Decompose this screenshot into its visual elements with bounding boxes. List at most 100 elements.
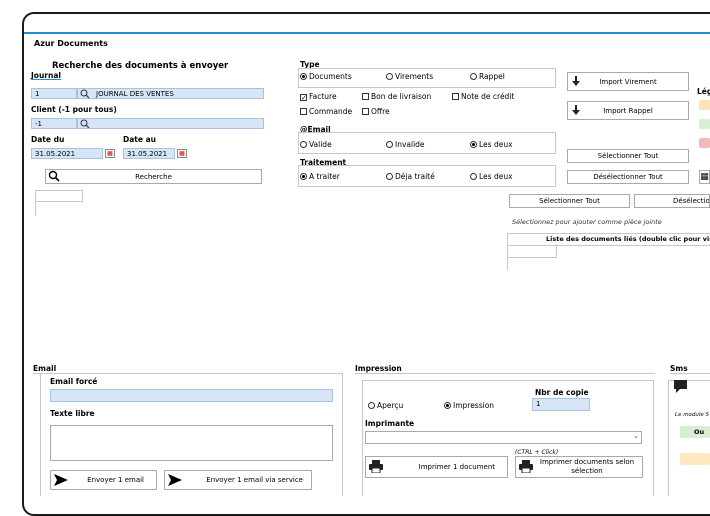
- journal-search-icon[interactable]: [80, 89, 90, 99]
- search-icon: [48, 170, 60, 182]
- print-option-impression[interactable]: Impression: [444, 401, 494, 410]
- check-note-credit[interactable]: Note de crédit: [452, 92, 514, 101]
- results-grid-edge: [35, 202, 36, 216]
- traitement-option-a-traiter[interactable]: A traiter: [300, 172, 340, 181]
- download-arrow-icon: [572, 76, 580, 86]
- send-email-service-button[interactable]: Envoyer 1 email via service: [164, 470, 312, 490]
- sms-section-box: [668, 380, 710, 496]
- sms-module-text: Le module S: [675, 412, 710, 418]
- linked-docs-header: Liste des documents liés (double clic po…: [546, 235, 710, 243]
- copies-label: Nbr de copie: [535, 388, 589, 397]
- import-rappel-button[interactable]: Import Rappel: [567, 101, 689, 120]
- deselect-all-button[interactable]: Désélectionner Tout: [567, 170, 689, 184]
- type-option-documents[interactable]: Documents: [300, 72, 352, 81]
- attachments-select-all-button[interactable]: Sélectionner Tout: [509, 194, 630, 208]
- printer-select[interactable]: [365, 431, 642, 444]
- email-filter-group: [298, 132, 556, 154]
- print-option-apercu[interactable]: Aperçu: [368, 401, 403, 410]
- client-input[interactable]: -1: [31, 118, 77, 129]
- date-from-calendar-icon[interactable]: ▦: [105, 149, 115, 158]
- date-from-label: Date du: [31, 135, 65, 144]
- radio-invalide[interactable]: [386, 141, 393, 148]
- grid-icon-button[interactable]: ▦: [699, 170, 710, 184]
- journal-code-input[interactable]: 1: [31, 88, 77, 99]
- checkbox-facture[interactable]: ✓: [300, 94, 307, 102]
- client-name-field[interactable]: [77, 118, 264, 129]
- linked-docs-edge: [507, 258, 508, 270]
- legend-orange: [699, 100, 710, 110]
- attachments-deselect-button[interactable]: Désélectionner: [634, 194, 710, 208]
- radio-a-traiter[interactable]: [300, 173, 307, 180]
- results-grid-header: [35, 190, 83, 202]
- traitement-option-deja-traite[interactable]: Déja traité: [386, 172, 435, 181]
- impression-section-line: [355, 373, 655, 374]
- radio-email-les-deux[interactable]: [470, 141, 477, 148]
- print-selection-button[interactable]: Imprimer documents selon sélection: [515, 456, 643, 478]
- send-arrow-icon: [168, 474, 182, 486]
- date-to-label: Date au: [123, 135, 156, 144]
- radio-apercu[interactable]: [368, 402, 375, 409]
- title-bar: Azur Documents: [24, 30, 710, 52]
- search-heading: Recherche des documents à envoyer: [52, 61, 229, 71]
- ctrl-click-hint: (CTRL + Click): [515, 449, 559, 456]
- free-text-label: Texte libre: [50, 409, 95, 418]
- check-commande[interactable]: Commande: [300, 107, 352, 116]
- search-button[interactable]: Recherche: [45, 169, 262, 184]
- printer-icon: [369, 460, 383, 473]
- traitement-option-les-deux[interactable]: Les deux: [470, 172, 513, 181]
- free-text-area[interactable]: [50, 425, 333, 461]
- window-title: Azur Documents: [34, 39, 108, 48]
- radio-impression[interactable]: [444, 402, 451, 409]
- sms-status-badge: Ou: [680, 426, 710, 438]
- title-accent-line: [24, 32, 710, 34]
- legend-label: Lég: [697, 87, 710, 96]
- email-option-valide[interactable]: Valide: [300, 140, 332, 149]
- date-to-input[interactable]: 31.05.2021: [123, 148, 175, 159]
- forced-email-input[interactable]: [50, 389, 333, 402]
- client-search-icon[interactable]: [80, 119, 90, 129]
- download-arrow-icon: [572, 105, 580, 115]
- printer-label: Imprimante: [365, 419, 415, 428]
- journal-name-field[interactable]: JOURNAL DES VENTES: [77, 88, 264, 99]
- sms-section-line: [670, 373, 710, 374]
- check-offre[interactable]: Offre: [362, 107, 390, 116]
- printer-icon: [519, 460, 533, 473]
- chat-icon[interactable]: [674, 380, 687, 393]
- legend-red: [699, 138, 710, 148]
- date-from-input[interactable]: 31.05.2021: [31, 148, 103, 159]
- select-all-button[interactable]: Sélectionner Tout: [567, 149, 689, 163]
- radio-documents[interactable]: [300, 73, 307, 80]
- checkbox-bon-livraison[interactable]: [362, 93, 369, 100]
- sms-status-pending: [680, 453, 710, 465]
- radio-rappel[interactable]: [470, 73, 477, 80]
- impression-section-title: Impression: [355, 364, 402, 373]
- forced-email-label: Email forcé: [50, 377, 98, 386]
- radio-traitement-les-deux[interactable]: [470, 173, 477, 180]
- search-button-label: Recherche: [135, 172, 172, 181]
- type-option-virements[interactable]: Virements: [386, 72, 433, 81]
- check-bon-livraison[interactable]: Bon de livraison: [362, 92, 431, 101]
- grid-icon: ▦: [700, 172, 709, 182]
- email-option-invalide[interactable]: Invalide: [386, 140, 425, 149]
- email-section-title: Email: [33, 364, 57, 373]
- radio-virements[interactable]: [386, 73, 393, 80]
- date-to-calendar-icon[interactable]: ▦: [177, 149, 187, 158]
- print-one-button[interactable]: Imprimer 1 document: [365, 456, 508, 478]
- check-facture[interactable]: ✓ Facture: [300, 92, 337, 102]
- import-virement-button[interactable]: Import Virement: [567, 72, 689, 91]
- linked-docs-first-cell: [507, 246, 557, 258]
- send-arrow-icon: [54, 474, 68, 486]
- email-option-les-deux[interactable]: Les deux: [470, 140, 513, 149]
- radio-deja-traite[interactable]: [386, 173, 393, 180]
- checkbox-note-credit[interactable]: [452, 93, 459, 100]
- radio-valide[interactable]: [300, 141, 307, 148]
- copies-input[interactable]: 1: [532, 398, 590, 411]
- chevron-down-icon[interactable]: ⌄: [633, 432, 639, 440]
- journal-label: Journal: [31, 71, 61, 80]
- checkbox-commande[interactable]: [300, 108, 307, 115]
- client-label: Client (-1 pour tous): [31, 105, 117, 114]
- type-option-rappel[interactable]: Rappel: [470, 72, 505, 81]
- attachments-hint: Sélectionnez pour ajouter comme pièce jo…: [512, 218, 662, 226]
- checkbox-offre[interactable]: [362, 108, 369, 115]
- legend-green: [699, 119, 710, 129]
